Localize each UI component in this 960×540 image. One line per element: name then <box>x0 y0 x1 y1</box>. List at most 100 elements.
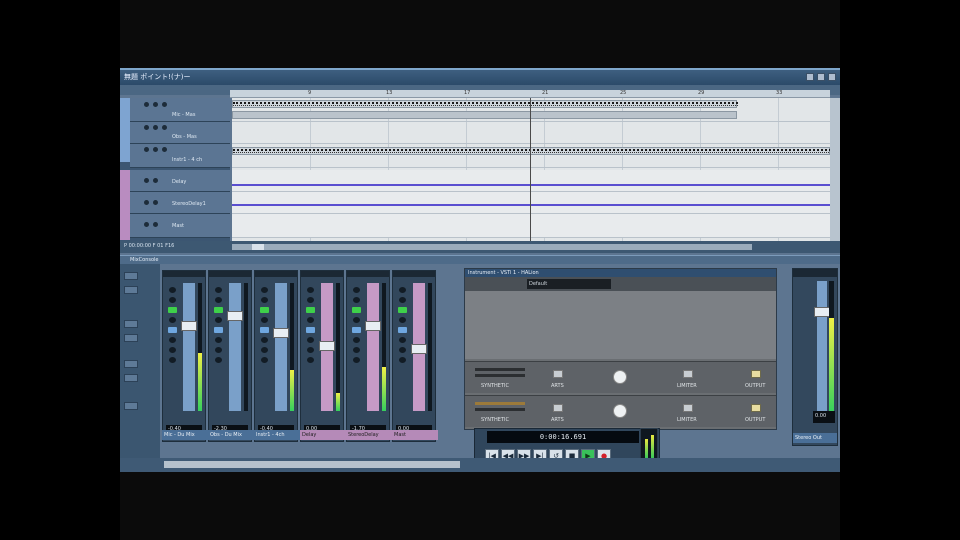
monitor-button[interactable] <box>260 337 268 343</box>
track-header[interactable]: Instr1 - 4 ch <box>130 144 230 168</box>
record-enable-button[interactable] <box>398 347 406 353</box>
track-header[interactable]: Mic - Mas <box>130 98 230 122</box>
edit-button[interactable] <box>398 357 406 363</box>
listen-button[interactable] <box>351 307 361 313</box>
slot-knob[interactable] <box>613 404 627 418</box>
mute-button[interactable] <box>144 125 149 130</box>
solo-button[interactable] <box>352 297 360 303</box>
automation-line[interactable] <box>232 204 830 206</box>
audio-event[interactable] <box>232 147 831 155</box>
mixer-view-button[interactable] <box>124 402 138 410</box>
fader-handle[interactable] <box>319 340 335 351</box>
track-lane[interactable] <box>232 214 830 238</box>
listen-button[interactable] <box>259 307 269 313</box>
output-icon[interactable] <box>751 404 761 412</box>
maximize-button[interactable] <box>817 73 825 81</box>
mixer-view-button[interactable] <box>124 334 138 342</box>
mute-button[interactable] <box>144 147 149 152</box>
write-button[interactable] <box>305 327 315 333</box>
edit-button[interactable] <box>260 357 268 363</box>
minimize-button[interactable] <box>806 73 814 81</box>
edit-button[interactable] <box>168 357 176 363</box>
mute-button[interactable] <box>214 287 222 293</box>
master-fader-handle[interactable] <box>814 307 830 317</box>
read-button[interactable] <box>168 317 176 323</box>
edit-button[interactable] <box>306 357 314 363</box>
solo-button[interactable] <box>153 178 158 183</box>
track-header[interactable]: StereoDelay1 <box>130 192 230 214</box>
track-lane[interactable] <box>232 170 830 192</box>
solo-button[interactable] <box>260 297 268 303</box>
fader-track[interactable] <box>229 283 241 411</box>
solo-button[interactable] <box>214 297 222 303</box>
mute-button[interactable] <box>144 178 149 183</box>
instrument-slot[interactable]: SYNTHETIC ARTS LIMITER OUTPUT <box>465 395 776 427</box>
read-button[interactable] <box>352 317 360 323</box>
edit-button[interactable] <box>214 357 222 363</box>
track-select-strip[interactable] <box>120 98 130 148</box>
record-enable-button[interactable] <box>168 347 176 353</box>
monitor-button[interactable] <box>214 337 222 343</box>
track-lane[interactable] <box>232 98 830 122</box>
solo-button[interactable] <box>153 200 158 205</box>
automation-line[interactable] <box>232 184 830 186</box>
monitor-button[interactable] <box>306 337 314 343</box>
mixer-view-button[interactable] <box>124 320 138 328</box>
track-header[interactable]: Delay <box>130 170 230 192</box>
mixer-view-button[interactable] <box>124 360 138 368</box>
fader-track[interactable] <box>275 283 287 411</box>
write-button[interactable] <box>351 327 361 333</box>
fader-handle[interactable] <box>365 321 381 332</box>
listen-button[interactable] <box>397 307 407 313</box>
read-button[interactable] <box>214 317 222 323</box>
monitor-button[interactable] <box>352 337 360 343</box>
preset-selector[interactable]: Default <box>527 279 611 289</box>
solo-button[interactable] <box>153 125 158 130</box>
read-button[interactable] <box>398 317 406 323</box>
record-enable-button[interactable] <box>306 347 314 353</box>
mixer-view-button[interactable] <box>124 374 138 382</box>
fader-track[interactable] <box>183 283 195 411</box>
record-enable-button[interactable] <box>162 125 167 130</box>
write-button[interactable] <box>167 327 177 333</box>
track-select-strip[interactable] <box>120 170 130 240</box>
mute-button[interactable] <box>398 287 406 293</box>
track-select-strip[interactable] <box>120 148 130 162</box>
master-volume-readout[interactable]: 0.00 <box>813 411 835 423</box>
listen-button[interactable] <box>213 307 223 313</box>
track-header[interactable]: Mast <box>130 214 230 238</box>
fader-track[interactable] <box>367 283 379 411</box>
time-display[interactable]: 0:00:16.691 <box>487 431 639 443</box>
close-button[interactable] <box>828 73 836 81</box>
edit-button[interactable] <box>352 357 360 363</box>
mute-button[interactable] <box>144 200 149 205</box>
listen-button[interactable] <box>305 307 315 313</box>
arrange-area[interactable] <box>232 98 831 243</box>
mute-button[interactable] <box>144 102 149 107</box>
arts-icon[interactable] <box>553 404 563 412</box>
instrument-slot[interactable]: SYNTHETIC ARTS LIMITER OUTPUT <box>465 361 776 393</box>
read-button[interactable] <box>260 317 268 323</box>
track-lane[interactable] <box>232 144 831 168</box>
master-fader-track[interactable] <box>817 281 827 413</box>
mixer-view-button[interactable] <box>124 286 138 294</box>
fader-handle[interactable] <box>181 321 197 332</box>
write-button[interactable] <box>259 327 269 333</box>
audio-event[interactable] <box>232 111 737 119</box>
mute-button[interactable] <box>168 287 176 293</box>
mute-button[interactable] <box>352 287 360 293</box>
timeline-ruler[interactable]: 9 13 17 21 25 29 33 <box>230 90 830 98</box>
solo-button[interactable] <box>398 297 406 303</box>
fader-handle[interactable] <box>227 311 243 322</box>
fader-handle[interactable] <box>273 327 289 338</box>
audio-event[interactable] <box>232 100 738 108</box>
track-header[interactable]: Obs - Mas <box>130 122 230 144</box>
mixer-horizontal-scrollbar[interactable] <box>164 461 460 468</box>
record-enable-button[interactable] <box>352 347 360 353</box>
vertical-scrollbar[interactable] <box>830 98 840 241</box>
arts-icon[interactable] <box>553 370 563 378</box>
record-enable-button[interactable] <box>260 347 268 353</box>
listen-button[interactable] <box>167 307 177 313</box>
mixer-view-button[interactable] <box>124 272 138 280</box>
record-enable-button[interactable] <box>162 102 167 107</box>
